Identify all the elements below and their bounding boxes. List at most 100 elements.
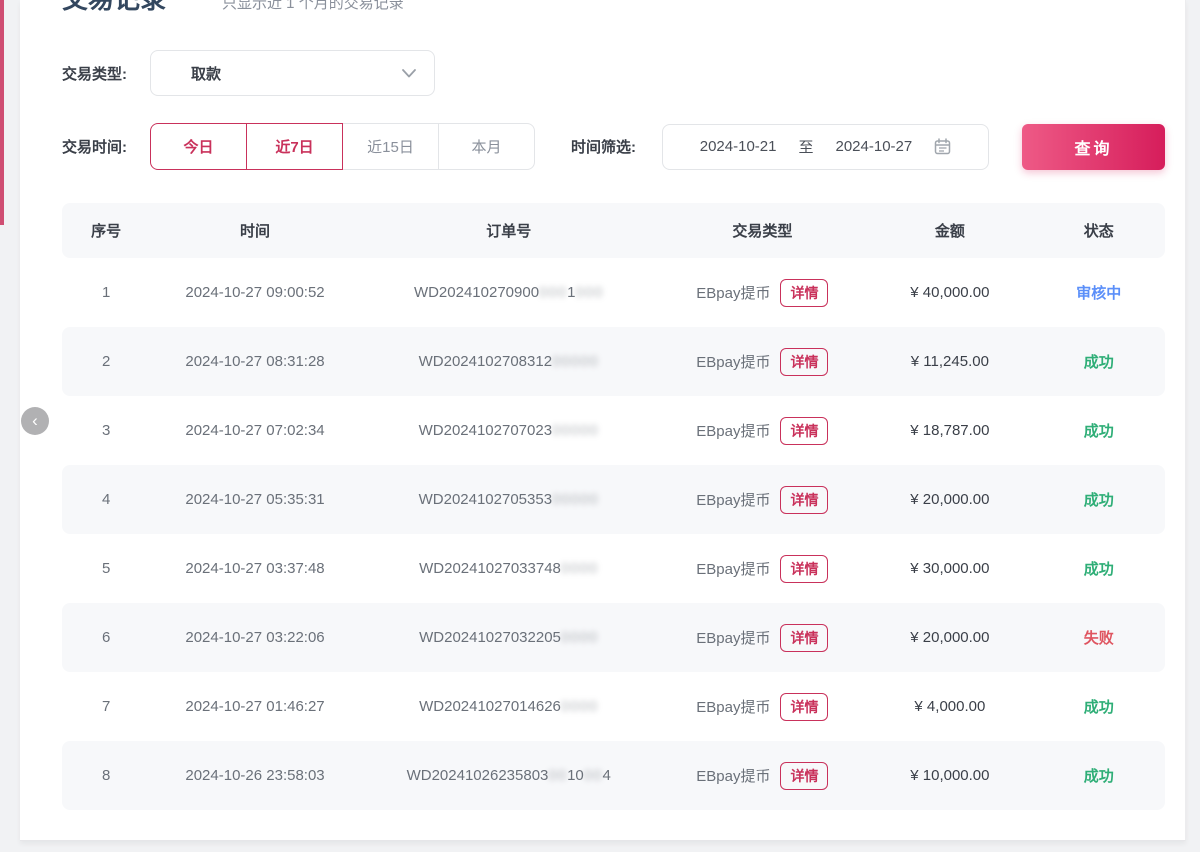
cell-index: 2 [62, 353, 150, 370]
date-range-picker[interactable]: 2024-10-21 至 2024-10-27 [662, 124, 989, 170]
transaction-type-text: EBpay提币 [696, 558, 770, 579]
panel-header: 交易记录 只显示近 1 个月的交易记录 [62, 0, 1165, 13]
cell-amount: ¥ 10,000.00 [867, 767, 1032, 784]
cell-time: 2024-10-27 07:02:34 [150, 422, 360, 439]
column-header: 订单号 [360, 220, 658, 241]
cell-time: 2024-10-27 09:00:52 [150, 284, 360, 301]
redacted-order-digits: 00000 [552, 491, 599, 508]
cell-order-no: WD2024102709000001000 [360, 284, 658, 301]
cell-transaction-type: EBpay提币 详情 [658, 624, 868, 652]
transaction-time-filter-row: 交易时间: 今日 近7日 近15日 本月 时间筛选: 2024-10-21 至 … [62, 123, 1165, 170]
cell-order-no: WD202410270146260000 [360, 698, 658, 715]
quick-range-button[interactable]: 今日 [150, 123, 247, 170]
table-body: 1 2024-10-27 09:00:52 WD2024102709000001… [62, 258, 1165, 810]
table-row: 1 2024-10-27 09:00:52 WD2024102709000001… [62, 258, 1165, 327]
column-header: 交易类型 [658, 220, 868, 241]
cell-order-no: WD202410270535300000 [360, 491, 658, 508]
cell-transaction-type: EBpay提币 详情 [658, 417, 868, 445]
cell-index: 1 [62, 284, 150, 301]
quick-range-button[interactable]: 近15日 [342, 123, 439, 170]
cell-time: 2024-10-27 03:37:48 [150, 560, 360, 577]
cell-status: 成功 [1033, 558, 1165, 579]
column-header: 时间 [150, 220, 360, 241]
column-header: 金额 [867, 220, 1032, 241]
order-number-text: WD2024102708312 [419, 353, 552, 370]
table-row: 6 2024-10-27 03:22:06 WD2024102703220500… [62, 603, 1165, 672]
collapse-panel-button[interactable]: ‹ [21, 407, 49, 435]
cell-index: 6 [62, 629, 150, 646]
redacted-order-digits: 00000 [552, 422, 599, 439]
cell-transaction-type: EBpay提币 详情 [658, 486, 868, 514]
transactions-table: 序号时间订单号交易类型金额状态 1 2024-10-27 09:00:52 WD… [62, 203, 1165, 810]
order-number-text: WD20241027033748 [419, 560, 561, 577]
detail-button[interactable]: 详情 [780, 762, 828, 790]
transaction-records-panel: 交易记录 只显示近 1 个月的交易记录 交易类型: 取款 交易时间: 今日 近7… [20, 0, 1186, 841]
redacted-order-digits: 0000 [561, 629, 598, 646]
table-row: 7 2024-10-27 01:46:27 WD2024102701462600… [62, 672, 1165, 741]
detail-button[interactable]: 详情 [780, 693, 828, 721]
redacted-order-digits: 000 [539, 284, 567, 301]
cell-order-no: WD202410270337480000 [360, 560, 658, 577]
cell-time: 2024-10-26 23:58:03 [150, 767, 360, 784]
date-to-value: 2024-10-27 [836, 138, 913, 155]
cell-transaction-type: EBpay提币 详情 [658, 348, 868, 376]
cell-amount: ¥ 40,000.00 [867, 284, 1032, 301]
table-row: 3 2024-10-27 07:02:34 WD2024102707023000… [62, 396, 1165, 465]
transaction-type-text: EBpay提币 [696, 627, 770, 648]
table-header-row: 序号时间订单号交易类型金额状态 [62, 203, 1165, 258]
detail-button[interactable]: 详情 [780, 624, 828, 652]
table-row: 4 2024-10-27 05:35:31 WD2024102705353000… [62, 465, 1165, 534]
order-number-text: WD202410270900 [414, 284, 539, 301]
redacted-order-digits: 00 [548, 767, 567, 784]
cell-status: 成功 [1033, 696, 1165, 717]
left-edge-accent-bar [0, 0, 4, 225]
cell-amount: ¥ 20,000.00 [867, 491, 1032, 508]
transaction-type-select[interactable]: 取款 [150, 50, 435, 96]
redacted-order-digits: 000 [575, 284, 603, 301]
table-row: 8 2024-10-26 23:58:03 WD2024102623580300… [62, 741, 1165, 810]
detail-button[interactable]: 详情 [780, 279, 828, 307]
chevron-left-icon: ‹ [32, 412, 38, 429]
detail-button[interactable]: 详情 [780, 348, 828, 376]
detail-button[interactable]: 详情 [780, 486, 828, 514]
time-filter-label: 时间筛选: [571, 136, 636, 157]
redacted-order-digits: 0000 [561, 560, 598, 577]
date-range-separator: 至 [798, 136, 813, 157]
transaction-type-text: EBpay提币 [696, 420, 770, 441]
detail-button[interactable]: 详情 [780, 555, 828, 583]
order-number-text: 10 [567, 767, 584, 784]
table-row: 2 2024-10-27 08:31:28 WD2024102708312000… [62, 327, 1165, 396]
cell-transaction-type: EBpay提币 详情 [658, 762, 868, 790]
cell-status: 成功 [1033, 765, 1165, 786]
chevron-down-icon [402, 69, 416, 78]
cell-index: 8 [62, 767, 150, 784]
order-number-text: WD20241026235803 [407, 767, 549, 784]
cell-index: 4 [62, 491, 150, 508]
transaction-type-text: EBpay提币 [696, 765, 770, 786]
transaction-type-text: EBpay提币 [696, 351, 770, 372]
cell-status: 成功 [1033, 489, 1165, 510]
cell-amount: ¥ 11,245.00 [867, 353, 1032, 370]
cell-order-no: WD202410270702300000 [360, 422, 658, 439]
redacted-order-digits: 00000 [552, 353, 599, 370]
cell-index: 5 [62, 560, 150, 577]
redacted-order-digits: 00 [584, 767, 603, 784]
cell-status: 审核中 [1033, 282, 1165, 303]
transaction-type-label: 交易类型: [62, 63, 150, 84]
cell-index: 3 [62, 422, 150, 439]
order-number-text: WD2024102705353 [419, 491, 552, 508]
quick-range-button[interactable]: 本月 [438, 123, 535, 170]
redacted-order-digits: 0000 [561, 698, 598, 715]
cell-time: 2024-10-27 08:31:28 [150, 353, 360, 370]
query-button[interactable]: 查询 [1022, 124, 1165, 170]
transaction-time-label: 交易时间: [62, 136, 150, 157]
cell-amount: ¥ 30,000.00 [867, 560, 1032, 577]
quick-range-button[interactable]: 近7日 [246, 123, 343, 170]
order-number-text: 1 [567, 284, 575, 301]
cell-status: 失败 [1033, 627, 1165, 648]
cell-order-no: WD202410270322050000 [360, 629, 658, 646]
cell-status: 成功 [1033, 420, 1165, 441]
page-subtitle: 只显示近 1 个月的交易记录 [222, 0, 404, 13]
detail-button[interactable]: 详情 [780, 417, 828, 445]
cell-transaction-type: EBpay提币 详情 [658, 693, 868, 721]
